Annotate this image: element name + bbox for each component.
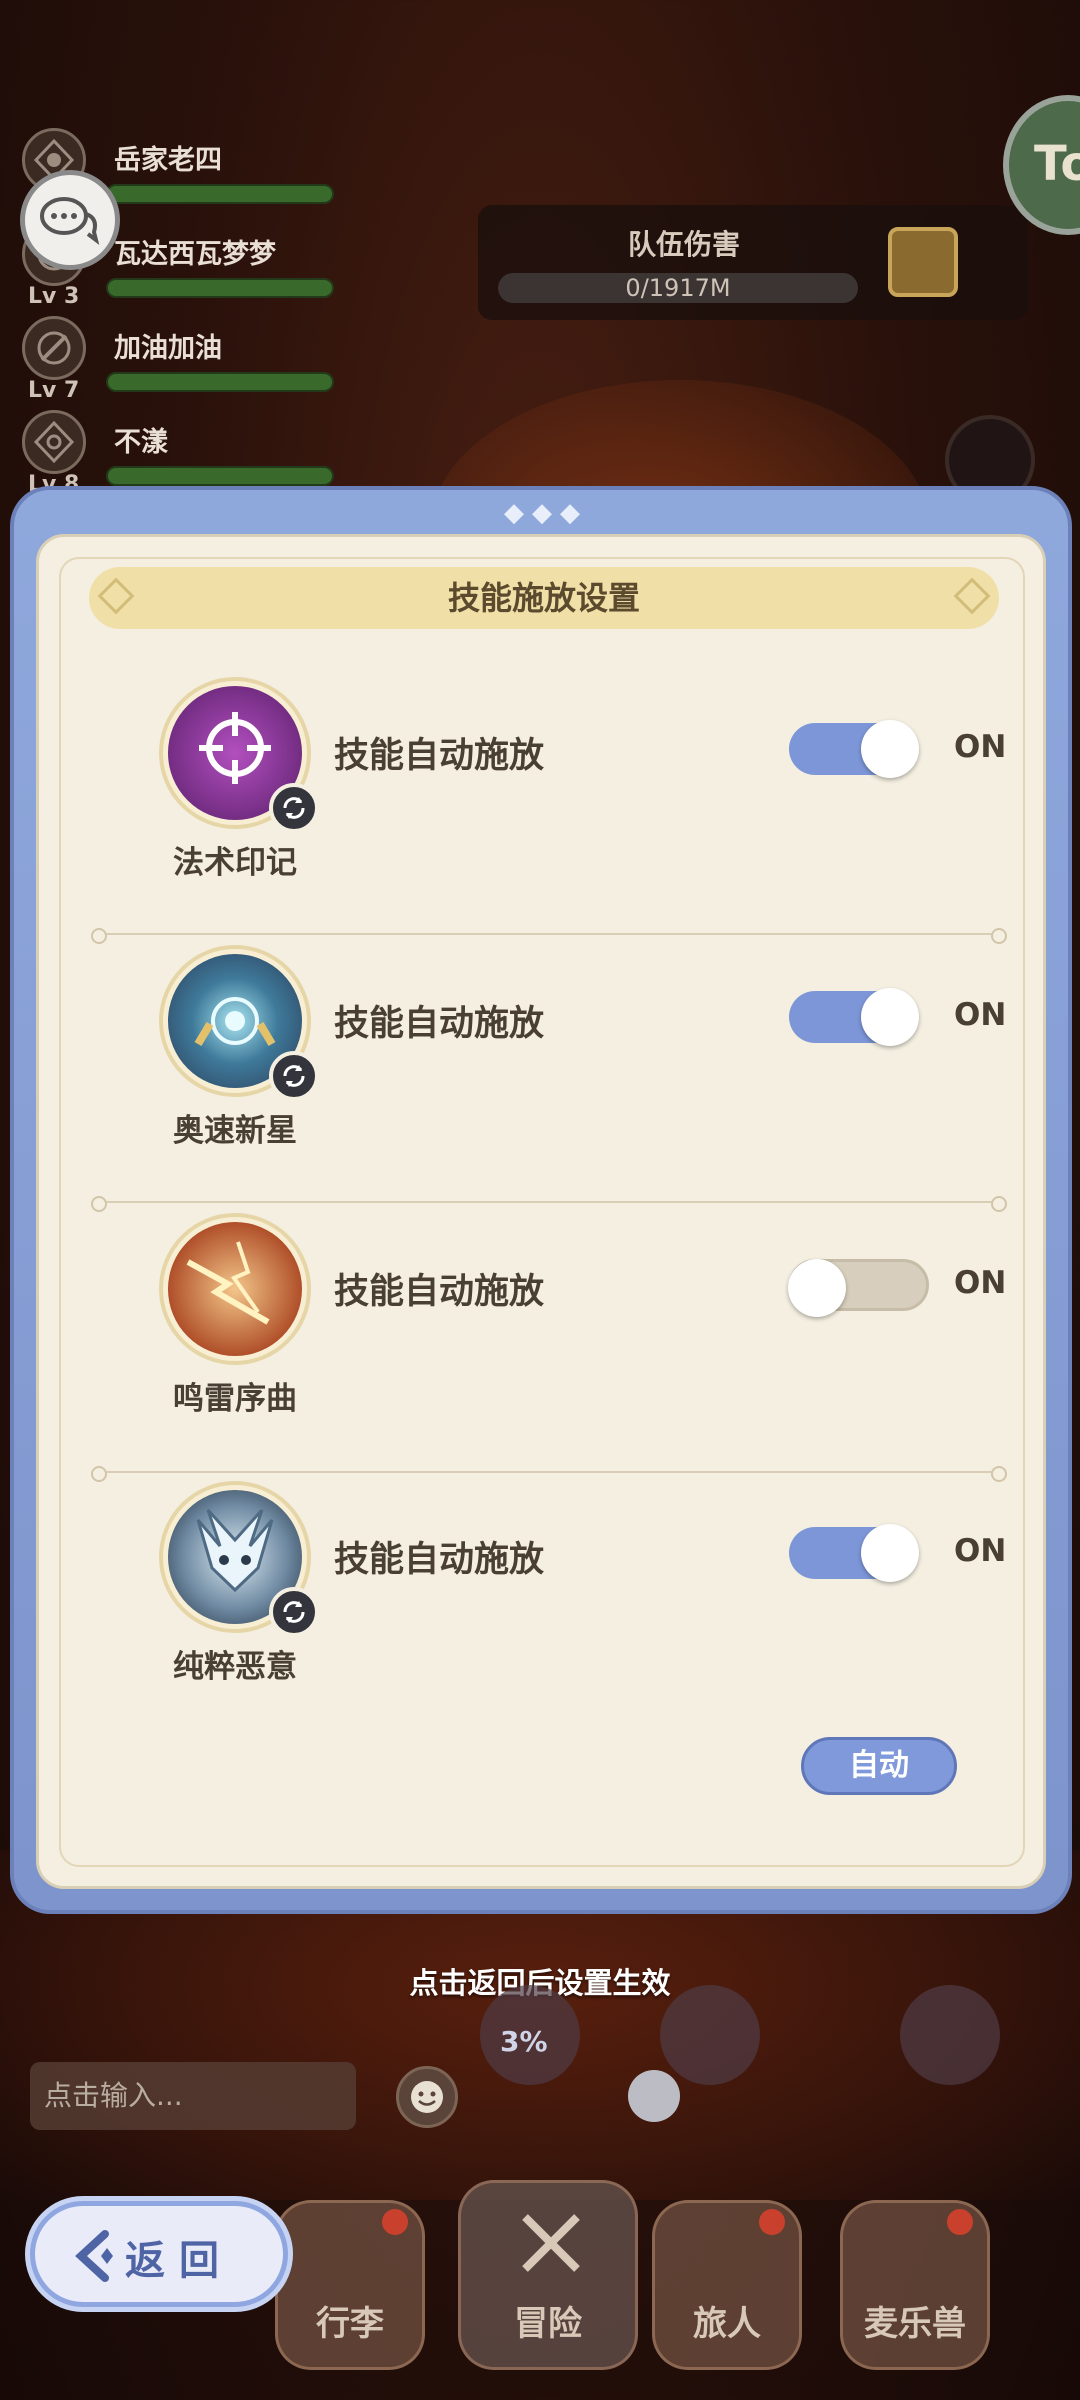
- hp-bar: [106, 466, 334, 486]
- toggle-state-label: ON: [954, 729, 1007, 765]
- tab-luggage[interactable]: 行李: [275, 2200, 425, 2370]
- sword-emblem-icon: [22, 316, 86, 380]
- notification-dot: [947, 2209, 973, 2235]
- auto-cast-toggle[interactable]: [788, 1259, 929, 1317]
- member-name: 不漾: [114, 427, 168, 458]
- auto-cast-label: 技能自动施放: [334, 1540, 545, 1580]
- skill-settings-dialog: ◆◆◆ 技能施放设置 法术印记 技能自动施放 ON 奥速新星 技能自动施放 ON…: [10, 486, 1072, 1914]
- member-name: 岳家老四: [114, 145, 222, 176]
- tab-travelers[interactable]: 旅人: [652, 2200, 802, 2370]
- tab-label: 旅人: [693, 2304, 761, 2344]
- toggle-state-label: ON: [954, 1533, 1007, 1569]
- tab-label: 行李: [316, 2304, 384, 2344]
- skill-row: 纯粹恶意 技能自动施放 ON: [109, 1471, 1009, 1721]
- hp-bar: [106, 184, 334, 204]
- cycle-icon: [269, 783, 319, 833]
- skill-pure-malice-icon[interactable]: [159, 1481, 319, 1637]
- toggle-knob: [861, 720, 919, 778]
- toggle-knob: [861, 988, 919, 1046]
- cycle-icon: [269, 1587, 319, 1637]
- skill-arcane-nova-icon[interactable]: [159, 945, 319, 1101]
- treasure-chest-icon[interactable]: [888, 227, 958, 297]
- skill-row: 法术印记 技能自动施放 ON: [109, 667, 1009, 917]
- cycle-icon: [269, 1051, 319, 1101]
- hp-bar: [106, 278, 334, 298]
- ornament-icon: ◆◆◆: [504, 498, 588, 528]
- team-damage-bar: 0/1917M: [498, 273, 858, 303]
- cooldown-percent: 3%: [500, 2025, 548, 2058]
- team-damage-label: 队伍伤害: [628, 228, 741, 261]
- hp-bar: [106, 372, 334, 392]
- skill-slot[interactable]: [660, 1985, 760, 2085]
- tab-pets[interactable]: 麦乐兽: [840, 2200, 990, 2370]
- toggle-knob: [788, 1259, 846, 1317]
- skill-row: 鸣雷序曲 技能自动施放 ON: [109, 1203, 1009, 1453]
- skill-slot[interactable]: [900, 1985, 1000, 2085]
- back-button[interactable]: 返回: [30, 2201, 288, 2307]
- skill-arcane-mark-icon[interactable]: [159, 677, 319, 833]
- auto-cast-label: 技能自动施放: [334, 736, 545, 776]
- auto-button[interactable]: 自动: [801, 1737, 957, 1795]
- diamond-ornament-icon: [97, 577, 135, 615]
- tab-label: 麦乐兽: [864, 2304, 966, 2344]
- team-damage-panel: 队伍伤害 0/1917M: [478, 205, 1028, 320]
- back-label: 返回: [125, 2238, 233, 2284]
- notification-dot: [759, 2209, 785, 2235]
- skill-name: 鸣雷序曲: [173, 1381, 297, 1417]
- corner-badge-text: To: [1034, 136, 1080, 192]
- toggle-state-label: ON: [954, 1265, 1007, 1301]
- dialog-title: 技能施放设置: [447, 579, 640, 617]
- member-name: 加油加油: [114, 333, 222, 364]
- auto-cast-label: 技能自动施放: [334, 1272, 545, 1312]
- emoji-icon[interactable]: [396, 2066, 458, 2128]
- auto-cast-toggle[interactable]: [789, 720, 919, 778]
- party-member[interactable]: Lv 7 加油加油: [22, 316, 352, 410]
- back-arrow-icon: [75, 2230, 113, 2282]
- skill-thunder-prelude-icon[interactable]: [159, 1213, 311, 1365]
- notification-dot: [382, 2209, 408, 2235]
- skill-name: 法术印记: [173, 845, 297, 881]
- member-level: Lv 7: [28, 378, 80, 403]
- dialog-body: 技能施放设置 法术印记 技能自动施放 ON 奥速新星 技能自动施放 ON 鸣雷序…: [36, 534, 1046, 1889]
- auto-cast-toggle[interactable]: [789, 988, 919, 1046]
- dialog-title-bar: 技能施放设置: [89, 567, 999, 629]
- crossed-swords-icon: [522, 2214, 580, 2272]
- team-damage-value: 0/1917M: [625, 274, 731, 302]
- skill-name: 纯粹恶意: [173, 1649, 297, 1685]
- chat-icon[interactable]: [20, 170, 120, 270]
- member-name: 瓦达西瓦梦梦: [114, 239, 276, 270]
- tab-label: 冒险: [514, 2304, 582, 2344]
- tab-adventure[interactable]: 冒险: [458, 2180, 638, 2370]
- skill-row: 奥速新星 技能自动施放 ON: [109, 935, 1009, 1185]
- chat-input[interactable]: 点击输入...: [30, 2062, 356, 2130]
- skill-name: 奥速新星: [173, 1113, 297, 1149]
- auto-cast-label: 技能自动施放: [334, 1004, 545, 1044]
- floating-touch-dot[interactable]: [628, 2070, 680, 2122]
- toggle-state-label: ON: [954, 997, 1007, 1033]
- auto-cast-toggle[interactable]: [789, 1524, 919, 1582]
- class-emblem-icon: [22, 410, 86, 474]
- member-level: Lv 3: [28, 284, 80, 309]
- toggle-knob: [861, 1524, 919, 1582]
- diamond-ornament-icon: [953, 577, 991, 615]
